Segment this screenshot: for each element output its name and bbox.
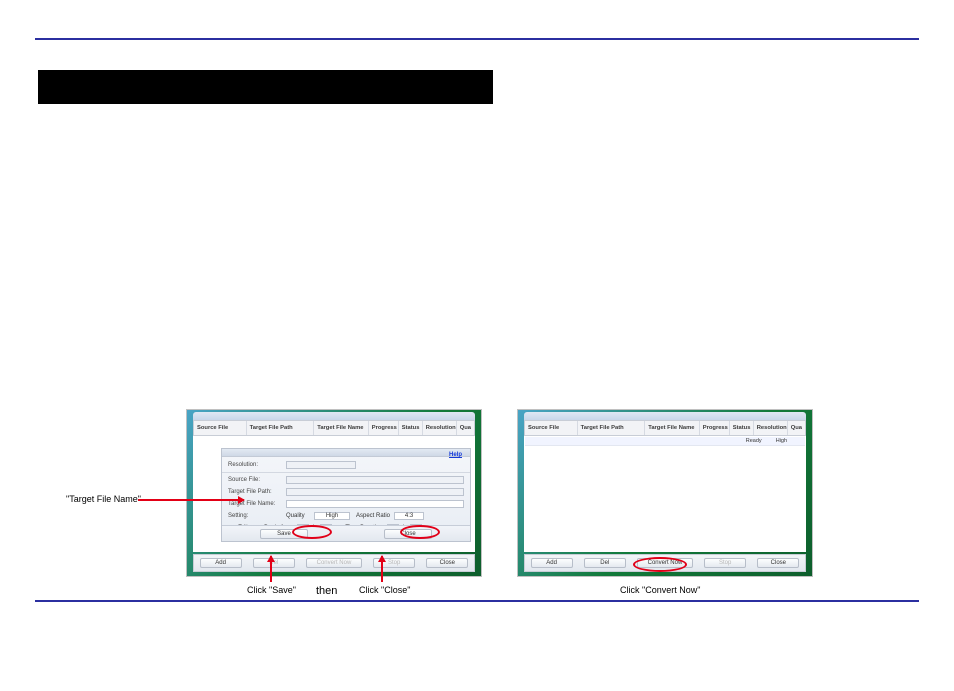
source-file-label: Source File: [228, 477, 286, 483]
table-row[interactable]: Ready High [525, 437, 805, 446]
arrow-save [270, 556, 272, 582]
col-target-file-name: Target File Name [314, 421, 369, 435]
annotation-click-convert-now: Click "Convert Now" [620, 585, 700, 595]
section-title-bar [38, 70, 493, 104]
annotation-then: then [316, 585, 337, 597]
col-target-file-path: Target File Path [578, 421, 646, 435]
add-button[interactable]: Add [531, 558, 573, 568]
stop-button[interactable]: Stop [704, 558, 746, 568]
col-target-file-path: Target File Path [247, 421, 315, 435]
aspect-ratio-label: Aspect Ratio [356, 513, 390, 519]
annotation-click-close: Click "Close" [359, 585, 410, 595]
annotation-click-save: Click "Save" [247, 585, 296, 595]
add-button[interactable]: Add [200, 558, 242, 568]
table-header: Source File Target File Path Target File… [524, 420, 806, 436]
save-highlight [292, 525, 332, 539]
window-titlebar [193, 412, 475, 420]
col-progress: Progress [369, 421, 399, 435]
col-quality: Qua [457, 421, 474, 435]
table-header: Source File Target File Path Target File… [193, 420, 475, 436]
col-progress: Progress [700, 421, 730, 435]
screenshot-left: Source File Target File Path Target File… [186, 409, 482, 577]
col-status: Status [730, 421, 754, 435]
quality-value: High [326, 513, 338, 519]
col-resolution: Resolution [423, 421, 457, 435]
screenshot-right: Source File Target File Path Target File… [517, 409, 813, 577]
target-file-path-field [286, 488, 464, 496]
setting-label: Setting: [228, 513, 286, 519]
resolution-label: Resolution: [228, 462, 286, 468]
col-quality: Qua [788, 421, 805, 435]
cell-quality: High [776, 438, 787, 444]
col-target-file-name: Target File Name [645, 421, 700, 435]
aspect-ratio-select[interactable]: 4:3 [394, 512, 424, 520]
col-status: Status [399, 421, 423, 435]
arrow-close [381, 556, 383, 582]
dialog-titlebar [222, 449, 470, 457]
top-separator [35, 38, 919, 40]
source-file-field [286, 476, 464, 484]
col-source-file: Source File [194, 421, 247, 435]
main-button-bar: Add Del Convert Now Stop Close [193, 554, 475, 572]
resolution-field[interactable] [286, 461, 356, 469]
help-link[interactable]: Help [449, 452, 462, 458]
annotation-target-file-name: "Target File Name" [66, 494, 141, 504]
col-resolution: Resolution [754, 421, 788, 435]
bottom-separator [35, 600, 919, 602]
del-button[interactable]: Del [584, 558, 626, 568]
close-highlight [400, 525, 440, 539]
window-titlebar [524, 412, 806, 420]
convert-now-button[interactable]: Convert Now [306, 558, 362, 568]
quality-label: Quality [286, 513, 314, 519]
main-close-button[interactable]: Close [757, 558, 799, 568]
quality-select[interactable]: High [314, 512, 350, 520]
target-file-name-field[interactable] [286, 500, 464, 508]
arrow-target-file-name [138, 499, 244, 501]
cell-status: Ready [746, 438, 762, 444]
main-close-button[interactable]: Close [426, 558, 468, 568]
settings-dialog: Help Resolution: Source File: Target Fil… [221, 448, 471, 542]
table-body [524, 436, 806, 552]
target-file-path-label: Target File Path: [228, 489, 286, 495]
aspect-ratio-value: 4:3 [405, 513, 413, 519]
col-source-file: Source File [525, 421, 578, 435]
convert-now-highlight [633, 557, 687, 572]
target-file-name-label: Target File Name: [228, 501, 286, 507]
